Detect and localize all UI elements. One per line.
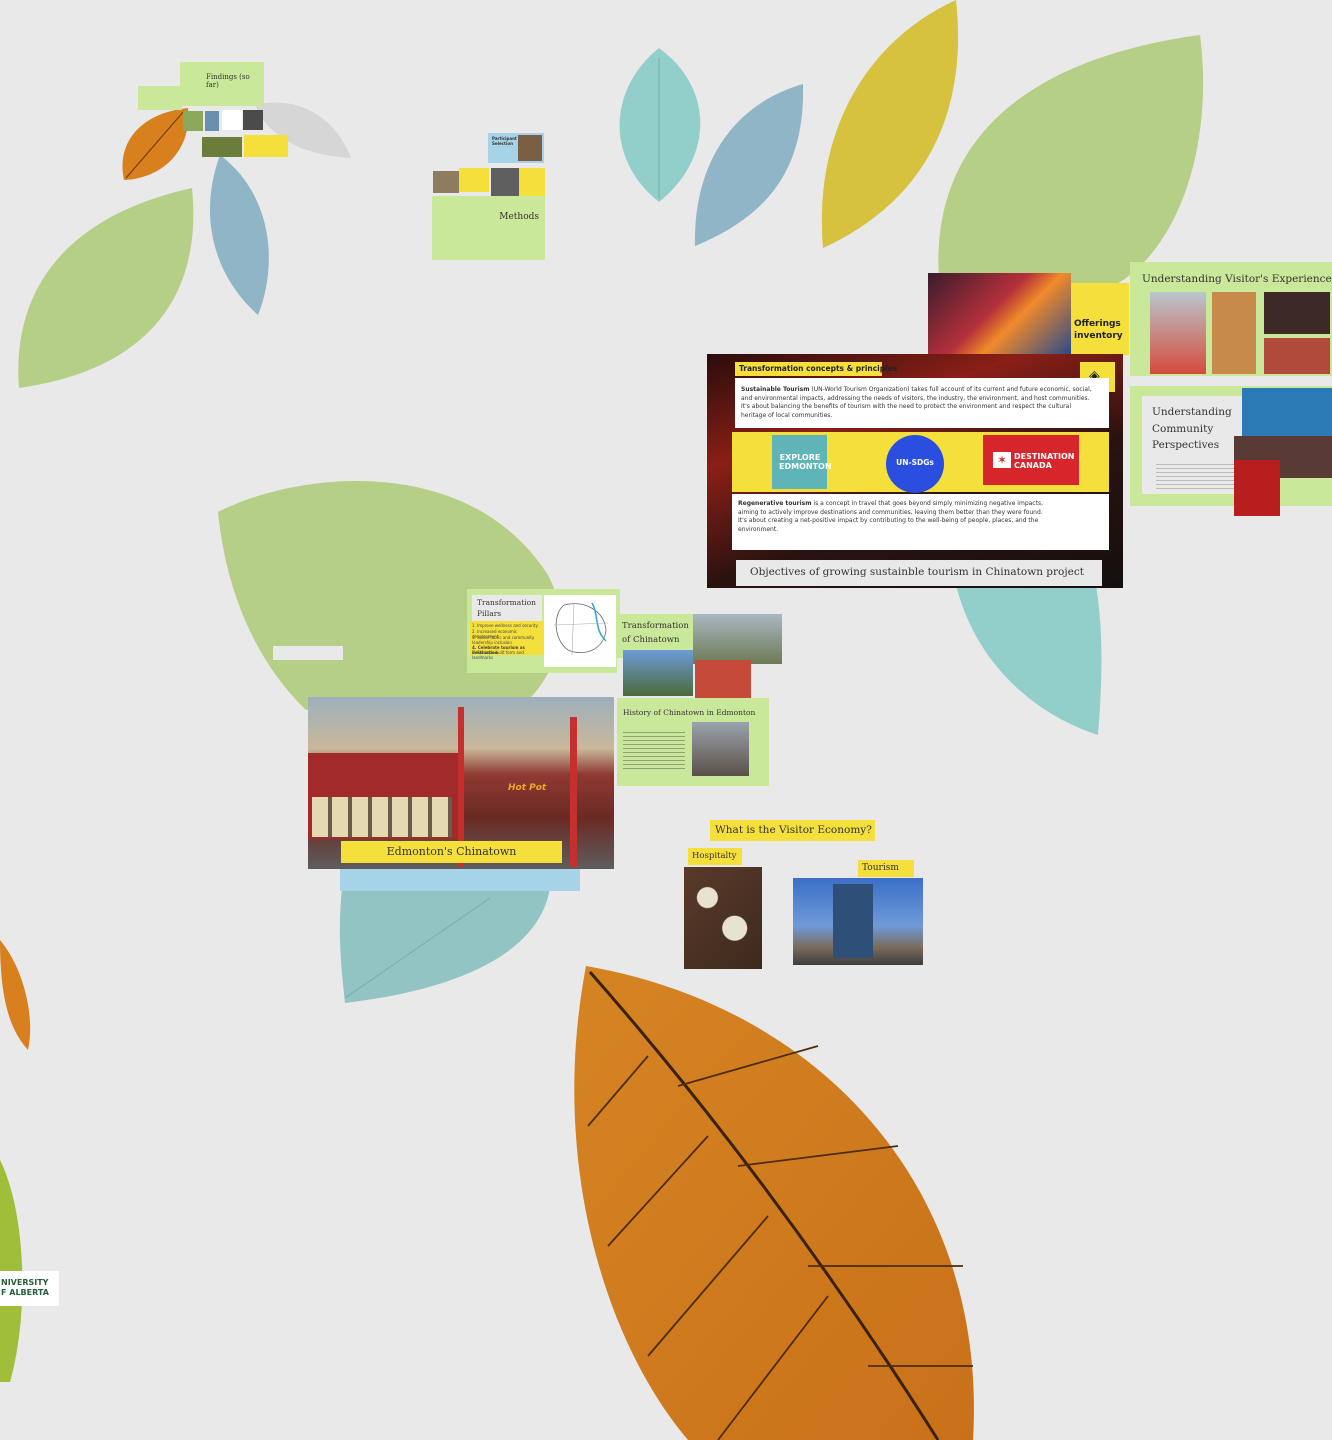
visitors-card[interactable]: Understanding Visitor's Experiences [1130,262,1332,376]
un-sdgs-text: UN-SDGs [896,458,934,467]
leaf-orange-edge [0,940,31,1050]
objectives-header-tag: Transformation concepts & principles [735,362,897,376]
findings-photo-5 [202,137,242,157]
transformation-card[interactable]: Transformation of Chinatown [617,614,782,704]
visitors-title: Understanding Visitor's Experiences [1142,273,1332,285]
pillars-list: 1. Improve wellness and security 2. Incr… [470,621,544,660]
transformation-photo-1 [693,614,782,664]
findings-photo-1 [183,111,203,131]
sustainable-box: Sustainable Tourism (UN-World Tourism Or… [735,378,1109,428]
pillars-title: Transformation Pillars [477,598,536,618]
objectives-header: Transformation concepts & principles [739,364,898,373]
visitors-photo-4 [1264,338,1330,374]
objectives-footer: Objectives of growing sustainble tourism… [736,560,1102,586]
transformation-title: Transformation of Chinatown [622,621,689,645]
explore-edmonton-text: EXPLORE EDMONTON [779,453,832,471]
hospitality-tag[interactable]: Hospitalty [688,848,742,865]
university-line-2: F ALBERTA [1,1288,49,1297]
findings-photo-4 [243,110,263,130]
visitor-economy-title-box[interactable]: What is the Visitor Economy? [710,820,875,841]
chinatown-blue-band [340,869,580,891]
community-text-lines [1156,464,1246,492]
map-graphic [553,602,609,656]
findings-photo-6 [244,135,288,157]
pillars-title-box: Transformation Pillars [472,595,542,621]
university-logo: NIVERSITY F ALBERTA [0,1271,59,1306]
history-photo [692,722,749,776]
chinatown-title-box[interactable]: Edmonton's Chinatown [341,841,562,863]
hospitality-photo [684,867,762,969]
findings-card[interactable]: Findings (so far) [180,62,264,106]
community-photo-1 [1242,388,1332,436]
offerings-photo [928,273,1071,355]
leaf-blue-top [694,84,804,246]
findings-subcard[interactable] [138,86,182,110]
hospitality-label: Hospitalty [692,851,737,861]
leaf-teal-top [619,48,701,202]
participant-selection-title: Participant Selection [492,136,517,146]
methods-card[interactable]: Methods [432,196,545,260]
leaf-teal-bottom [339,888,550,1003]
objectives-footer-title: Objectives of growing sustainble tourism… [750,566,1084,578]
methods-photo-strip [433,168,545,196]
un-sdgs-logo: UN-SDGs [886,435,944,493]
leaf-mustard-top [821,0,959,248]
leaf-orange-large [574,966,974,1440]
chinatown-title-pale [273,646,343,660]
regenerative-text: Regenerative tourism is a concept in tra… [738,500,1048,534]
tourism-tag[interactable]: Tourism [858,860,914,877]
methods-title: Methods [499,212,539,222]
visitors-photo-1 [1150,292,1206,374]
leaf-green-left [18,188,194,388]
leaf-orange-small [122,108,189,180]
participant-photo [518,135,542,161]
offerings-card[interactable]: Offerings inventory [1071,283,1129,355]
university-line-1: NIVERSITY [1,1278,49,1287]
history-text-lines [623,732,685,772]
explore-edmonton-logo: EXPLORE EDMONTON [772,435,832,489]
pillars-card[interactable]: Transformation Pillars 1. Improve wellne… [467,589,620,673]
history-title: History of Chinatown in Edmonton [623,708,756,717]
tourism-building [833,884,873,958]
sustainable-term: Sustainable Tourism [741,386,810,393]
findings-title: Findings (so far) [206,73,250,89]
pillar-5: 5. Enhance built form and landmarks [472,650,524,660]
chinatown-windows [312,797,452,837]
methods-photo-1 [433,171,459,193]
chinatown-title: Edmonton's Chinatown [386,845,517,858]
community-photo-3 [1234,460,1280,516]
objectives-slide[interactable]: Transformation concepts & principles ◈ S… [707,354,1123,588]
community-title: Understanding Community Perspectives [1152,406,1232,451]
regenerative-term: Regenerative tourism [738,500,812,507]
pillar-1: 1. Improve wellness and security [472,623,538,628]
findings-photo-3 [222,110,242,130]
visitor-economy-title: What is the Visitor Economy? [715,824,872,836]
history-card[interactable]: History of Chinatown in Edmonton [617,698,769,786]
chinatown-pole-2 [570,717,577,867]
pillar-3: 3. Social fabric and community leadershi… [472,635,535,645]
methods-photo-2 [459,168,489,192]
leaf-blue-left [209,155,269,315]
tourism-label: Tourism [862,863,899,873]
visitors-photo-3 [1264,292,1330,334]
maple-leaf-icon: ✶ [993,452,1011,468]
community-card[interactable]: Understanding Community Perspectives [1130,386,1332,516]
sustainable-text: Sustainable Tourism (UN-World Tourism Or… [741,386,1097,420]
methods-photo-3 [491,168,519,196]
offerings-title: Offerings inventory [1074,319,1123,341]
transformation-photo-2 [623,650,693,696]
findings-photo-2 [205,111,219,131]
chinatown-sign-hotpot: Hot Pot [508,783,547,793]
methods-photo-4 [519,168,545,196]
leaf-green-top-right [938,35,1204,290]
participant-selection-card[interactable]: Participant Selection [488,133,544,163]
pillars-map [544,595,616,667]
destination-canada-logo: ✶ DESTINATION CANADA [983,435,1079,485]
visitors-photo-2 [1212,292,1256,374]
destination-canada-text: DESTINATION CANADA [1014,452,1075,470]
regenerative-box: Regenerative tourism is a concept in tra… [732,494,1109,550]
leaf-teal-right [956,585,1102,735]
tourism-photo [793,878,923,965]
logos-band: EXPLORE EDMONTON UN-SDGs ✶ DESTINATION C… [732,432,1109,493]
